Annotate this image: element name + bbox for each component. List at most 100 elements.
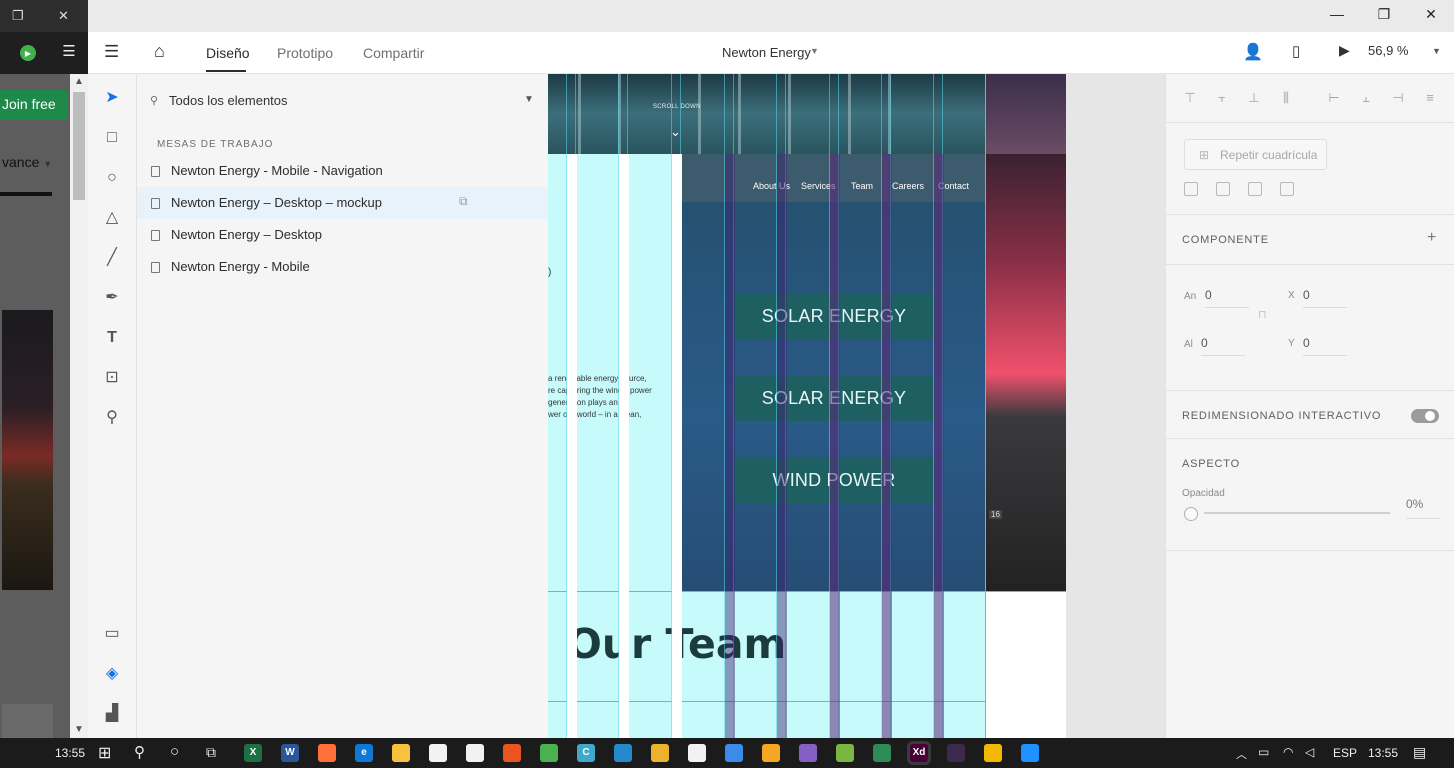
plugins-panel-icon[interactable]: ▟ xyxy=(102,704,122,724)
chevron-down-icon[interactable]: ▼ xyxy=(524,94,534,105)
distribute-vertical-icon[interactable]: ⫼ xyxy=(1278,90,1294,106)
volume-icon[interactable]: ◁ xyxy=(1305,745,1314,759)
dropbox-icon[interactable] xyxy=(725,744,743,762)
restore-icon[interactable]: ❐ xyxy=(12,8,24,24)
edge-icon[interactable]: e xyxy=(355,744,373,762)
scrollbar-thumb[interactable] xyxy=(73,92,85,200)
align-top-icon[interactable]: ⊤ xyxy=(1182,90,1198,106)
xd-icon[interactable]: Xd xyxy=(910,744,928,762)
fox-icon[interactable] xyxy=(762,744,780,762)
ubuntu-icon[interactable] xyxy=(503,744,521,762)
excel-icon[interactable]: X xyxy=(244,744,262,762)
layers-panel-icon[interactable]: ◈ xyxy=(102,664,122,684)
globe-icon[interactable] xyxy=(873,744,891,762)
battery-icon[interactable]: ▭ xyxy=(1258,745,1269,759)
align-left-icon[interactable]: ⊢ xyxy=(1326,90,1342,106)
zoom-tool-icon[interactable]: ⚲ xyxy=(102,408,122,428)
vscode-alt-icon[interactable]: C xyxy=(577,744,595,762)
menu-icon[interactable]: ☰ xyxy=(60,44,78,60)
repeat-grid-button[interactable]: ⊞ Repetir cuadrícula xyxy=(1184,139,1327,170)
opacity-field[interactable]: 0% xyxy=(1406,497,1440,519)
device-preview-icon[interactable]: ▯ xyxy=(1292,42,1300,60)
line-tool-icon[interactable]: ╱ xyxy=(102,248,122,268)
distribute-horizontal-icon[interactable]: ≡ xyxy=(1422,90,1438,106)
hamburger-menu-icon[interactable]: ☰ xyxy=(104,42,119,62)
align-right-icon[interactable]: ⊣ xyxy=(1390,90,1406,106)
nav-contact[interactable]: Contact xyxy=(938,181,969,191)
pinwheel-icon[interactable] xyxy=(984,744,1002,762)
scroll-up-icon[interactable]: ▲ xyxy=(72,76,86,87)
wind-power-button[interactable]: WIND POWER xyxy=(734,457,934,503)
boolean-intersect-icon[interactable] xyxy=(1248,182,1262,196)
add-component-icon[interactable]: + xyxy=(1427,229,1436,247)
play-icon[interactable]: ▶ xyxy=(1339,42,1350,59)
tab-design[interactable]: Diseño xyxy=(206,45,250,61)
minimize-icon[interactable]: — xyxy=(1314,6,1360,26)
taskbar-clock[interactable]: 13:55 xyxy=(1368,746,1398,760)
lock-aspect-icon[interactable]: ⊓ xyxy=(1258,308,1267,321)
artboard-item[interactable]: Newton Energy - Mobile xyxy=(137,251,548,283)
word-icon[interactable]: W xyxy=(281,744,299,762)
slack-icon[interactable] xyxy=(651,744,669,762)
opacity-slider-track[interactable] xyxy=(1204,512,1390,514)
nav-careers[interactable]: Careers xyxy=(892,181,924,191)
language-indicator[interactable]: ESP xyxy=(1333,746,1357,760)
close-icon[interactable]: ✕ xyxy=(58,8,69,24)
artboard-item[interactable]: Newton Energy - Mobile - Navigation xyxy=(137,155,548,187)
boolean-exclude-icon[interactable] xyxy=(1280,182,1294,196)
maximize-icon[interactable]: ❐ xyxy=(1361,6,1407,26)
vscode-icon[interactable] xyxy=(614,744,632,762)
notifications-icon[interactable]: ▤ xyxy=(1413,744,1426,761)
store-icon[interactable] xyxy=(429,744,447,762)
solar-energy-button[interactable]: SOLAR ENERGY xyxy=(734,375,934,421)
close-icon[interactable]: ✕ xyxy=(1408,6,1454,26)
tab-prototype[interactable]: Prototipo xyxy=(277,45,333,61)
rectangle-tool-icon[interactable]: □ xyxy=(102,128,122,148)
opacity-slider-handle[interactable] xyxy=(1184,507,1198,521)
wifi-icon[interactable]: ◠ xyxy=(1283,745,1293,759)
scroll-down-icon[interactable]: ▼ xyxy=(72,724,86,735)
height-field[interactable]: 0 xyxy=(1201,336,1245,356)
home-icon[interactable]: ⌂ xyxy=(154,41,165,62)
artboard[interactable]: SCROLL DOWN ⌄ ) a renewable energy sourc… xyxy=(548,74,1066,738)
external-link-icon[interactable]: ⧉ xyxy=(459,194,468,209)
tool-icon[interactable] xyxy=(836,744,854,762)
advance-dropdown[interactable]: vance ▼ xyxy=(0,154,70,176)
artboard-item[interactable]: Newton Energy – Desktop xyxy=(137,219,548,251)
solar-energy-button[interactable]: SOLAR ENERGY xyxy=(734,293,934,339)
firefox-icon[interactable] xyxy=(318,744,336,762)
record-icon[interactable] xyxy=(688,744,706,762)
task-view-icon[interactable]: ⧉ xyxy=(206,744,216,761)
text-tool-icon[interactable]: T xyxy=(102,328,122,348)
chrome-icon[interactable] xyxy=(540,744,558,762)
align-bottom-icon[interactable]: ⊥ xyxy=(1246,90,1262,106)
x-field[interactable]: 0 xyxy=(1303,288,1347,308)
artboard-item[interactable]: Newton Energy – Desktop – mockup ⧉ xyxy=(137,187,548,219)
nav-team[interactable]: Team xyxy=(851,181,873,191)
polygon-tool-icon[interactable]: △ xyxy=(102,208,122,228)
chevron-down-icon[interactable]: ▼ xyxy=(1432,46,1441,56)
design-canvas[interactable]: SCROLL DOWN ⌄ ) a renewable energy sourc… xyxy=(548,74,1165,738)
run-icon[interactable]: ▶ xyxy=(20,45,36,61)
align-middle-icon[interactable]: ⫟ xyxy=(1214,90,1230,106)
document-title[interactable]: Newton Energy xyxy=(722,45,811,60)
y-field[interactable]: 0 xyxy=(1303,336,1347,356)
user-share-icon[interactable]: 👤 xyxy=(1243,42,1263,62)
explorer-icon[interactable] xyxy=(392,744,410,762)
tab-share[interactable]: Compartir xyxy=(363,45,424,61)
layers-filter-select[interactable]: Todos los elementos xyxy=(169,93,288,108)
assets-panel-icon[interactable]: ▭ xyxy=(102,624,122,644)
windows-start-icon[interactable]: ⊞ xyxy=(98,743,111,763)
terminal-icon[interactable] xyxy=(947,744,965,762)
boolean-add-icon[interactable] xyxy=(1184,182,1198,196)
ellipse-tool-icon[interactable]: ○ xyxy=(102,168,122,188)
nav-about-us[interactable]: About Us xyxy=(753,181,790,191)
width-field[interactable]: 0 xyxy=(1205,288,1249,308)
artboard-tool-icon[interactable]: ⊡ xyxy=(102,368,122,388)
nav-services[interactable]: Services xyxy=(801,181,836,191)
mail-icon[interactable] xyxy=(466,744,484,762)
boolean-subtract-icon[interactable] xyxy=(1216,182,1230,196)
pen-tool-icon[interactable]: ✒ xyxy=(102,288,122,308)
chevron-up-icon[interactable]: ︿ xyxy=(1236,746,1247,762)
vs-icon[interactable] xyxy=(799,744,817,762)
